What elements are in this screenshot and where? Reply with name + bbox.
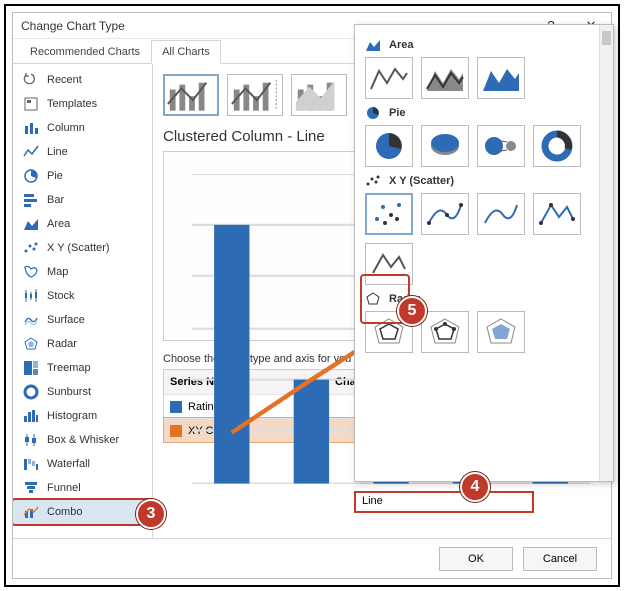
- sidebar-item-label: Map: [47, 266, 68, 278]
- chart-option-stacked-area[interactable]: [421, 57, 469, 99]
- pie-icon: [23, 168, 39, 184]
- sidebar-item-area[interactable]: Area: [13, 212, 152, 236]
- chart-option-scatter-smooth[interactable]: [477, 193, 525, 235]
- tab-recommended[interactable]: Recommended Charts: [19, 40, 151, 64]
- sidebar-item-treemap[interactable]: Treemap: [13, 356, 152, 380]
- chart-option-scatter-smooth-markers[interactable]: [421, 193, 469, 235]
- subtype-clustered-column-line[interactable]: [163, 74, 219, 116]
- funnel-icon: [23, 480, 39, 496]
- chart-option-scatter[interactable]: [365, 193, 413, 235]
- map-icon: [23, 264, 39, 280]
- bar-icon: [23, 192, 39, 208]
- series-swatch: [170, 401, 182, 413]
- sidebar-item-sunburst[interactable]: Sunburst: [13, 380, 152, 404]
- stock-icon: [23, 288, 39, 304]
- scatter-icon: [365, 173, 381, 189]
- dropdown-section-pie: Pie: [389, 107, 406, 119]
- sidebar-item-bar[interactable]: Bar: [13, 188, 152, 212]
- chart-category-sidebar: Recent Templates Column Line Pie Bar Are…: [13, 64, 153, 538]
- sidebar-item-pie[interactable]: Pie: [13, 164, 152, 188]
- templates-icon: [23, 96, 39, 112]
- sidebar-item-label: Column: [47, 122, 85, 134]
- dropdown-section-scatter: X Y (Scatter): [389, 175, 454, 187]
- dialog-footer: OK Cancel: [13, 538, 611, 578]
- sidebar-item-recent[interactable]: Recent: [13, 68, 152, 92]
- sidebar-item-surface[interactable]: Surface: [13, 308, 152, 332]
- sidebar-item-label: Line: [47, 146, 68, 158]
- subtype-stacked-area-column[interactable]: [291, 74, 347, 116]
- chart-option-scatter-straight-markers[interactable]: [533, 193, 581, 235]
- sidebar-item-waterfall[interactable]: Waterfall: [13, 452, 152, 476]
- sidebar-item-label: Histogram: [47, 410, 97, 422]
- chart-option-3d-pie[interactable]: [421, 125, 469, 167]
- sidebar-item-histogram[interactable]: Histogram: [13, 404, 152, 428]
- sidebar-item-line[interactable]: Line: [13, 140, 152, 164]
- sidebar-item-funnel[interactable]: Funnel: [13, 476, 152, 500]
- dropdown-scrollbar[interactable]: [599, 25, 613, 481]
- sidebar-item-combo[interactable]: Combo: [13, 500, 152, 524]
- sidebar-item-label: Combo: [47, 506, 82, 518]
- sidebar-item-label: Surface: [47, 314, 85, 326]
- sidebar-item-boxwhisker[interactable]: Box & Whisker: [13, 428, 152, 452]
- sidebar-item-label: Templates: [47, 98, 97, 110]
- sidebar-item-label: Funnel: [47, 482, 81, 494]
- surface-icon: [23, 312, 39, 328]
- cancel-button[interactable]: Cancel: [523, 547, 597, 571]
- sidebar-item-map[interactable]: Map: [13, 260, 152, 284]
- sidebar-item-label: Area: [47, 218, 70, 230]
- radar-icon: [23, 336, 39, 352]
- ok-button[interactable]: OK: [439, 547, 513, 571]
- chart-option-100-stacked-area[interactable]: [477, 57, 525, 99]
- sidebar-item-label: X Y (Scatter): [47, 242, 110, 254]
- area-icon: [23, 216, 39, 232]
- sidebar-item-label: Treemap: [47, 362, 91, 374]
- sidebar-item-column[interactable]: Column: [13, 116, 152, 140]
- sidebar-item-label: Bar: [47, 194, 64, 206]
- chart-option-filled-radar[interactable]: [477, 311, 525, 353]
- callout-4: 4: [460, 472, 490, 502]
- treemap-icon: [23, 360, 39, 376]
- callout-5: 5: [397, 296, 427, 326]
- sidebar-item-label: Stock: [47, 290, 75, 302]
- dropdown-section-area: Area: [389, 39, 413, 51]
- chart-option-doughnut[interactable]: [533, 125, 581, 167]
- series-swatch: [170, 425, 182, 437]
- sidebar-item-label: Waterfall: [47, 458, 90, 470]
- sidebar-item-scatter[interactable]: X Y (Scatter): [13, 236, 152, 260]
- sidebar-item-stock[interactable]: Stock: [13, 284, 152, 308]
- pie-icon: [365, 105, 381, 121]
- series-chart-type-select[interactable]: Line: [354, 491, 534, 513]
- sidebar-item-label: Pie: [47, 170, 63, 182]
- line-icon: [23, 144, 39, 160]
- combo-icon: [23, 504, 39, 520]
- column-icon: [23, 120, 39, 136]
- subtype-clustered-column-line-secondary[interactable]: [227, 74, 283, 116]
- tab-all-charts[interactable]: All Charts: [151, 40, 221, 64]
- sidebar-item-label: Box & Whisker: [47, 434, 119, 446]
- area-icon: [365, 37, 381, 53]
- sidebar-item-label: Recent: [47, 74, 82, 86]
- sunburst-icon: [23, 384, 39, 400]
- boxwhisker-icon: [23, 432, 39, 448]
- sidebar-item-radar[interactable]: Radar: [13, 332, 152, 356]
- chart-option-pie[interactable]: [365, 125, 413, 167]
- chart-option-pie-of-pie[interactable]: [477, 125, 525, 167]
- selected-chart-type: Line: [362, 495, 383, 507]
- sidebar-item-label: Sunburst: [47, 386, 91, 398]
- histogram-icon: [23, 408, 39, 424]
- chart-type-dropdown: Area Pie X Y (Scatter) Radar: [354, 24, 614, 482]
- chart-option-area[interactable]: [365, 57, 413, 99]
- waterfall-icon: [23, 456, 39, 472]
- recent-icon: [23, 72, 39, 88]
- scatter-icon: [23, 240, 39, 256]
- chart-option-radar-markers[interactable]: [421, 311, 469, 353]
- callout-3: 3: [136, 499, 166, 529]
- sidebar-item-label: Radar: [47, 338, 77, 350]
- sidebar-item-templates[interactable]: Templates: [13, 92, 152, 116]
